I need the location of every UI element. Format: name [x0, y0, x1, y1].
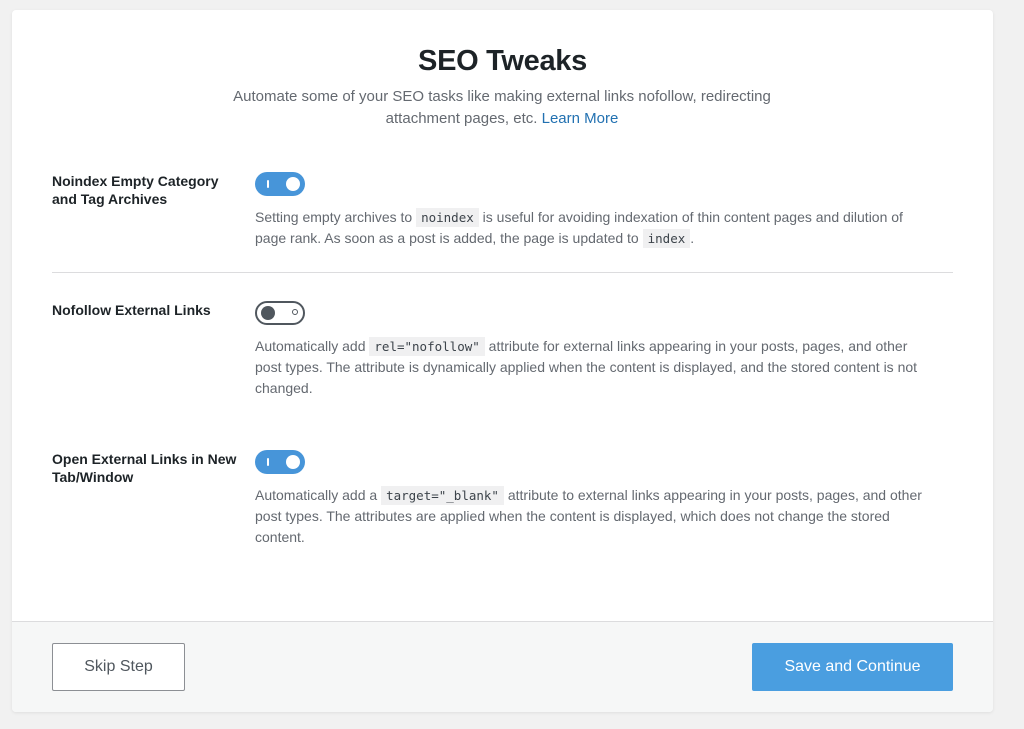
setting-description: Automatically add rel="nofollow" attribu…: [255, 336, 925, 399]
code-rel-nofollow: rel="nofollow": [369, 337, 485, 356]
subtitle-text: Automate some of your SEO tasks like mak…: [233, 88, 771, 127]
nofollow-external-links-toggle[interactable]: [255, 301, 305, 325]
page-title: SEO Tweaks: [418, 45, 587, 77]
toggle-off-indicator: [292, 309, 298, 315]
skip-step-button[interactable]: Skip Step: [52, 643, 185, 691]
divider: [52, 272, 953, 273]
noindex-empty-archives-toggle[interactable]: [255, 172, 305, 196]
desc-text: Setting empty archives to: [255, 209, 413, 225]
setting-label: Open External Links in New Tab/Window: [52, 451, 237, 485]
setting-label: Noindex Empty Category and Tag Archives: [52, 173, 219, 207]
page-subtitle: Automate some of your SEO tasks like mak…: [212, 86, 792, 130]
footer: Skip Step Save and Continue: [12, 621, 993, 712]
open-external-links-new-tab-toggle[interactable]: [255, 450, 305, 474]
setup-card: SEO Tweaks Automate some of your SEO tas…: [12, 10, 993, 712]
setting-description: Automatically add a target="_blank" attr…: [255, 485, 925, 548]
code-noindex: noindex: [416, 208, 479, 227]
code-target-blank: target="_blank": [381, 486, 504, 505]
code-index: index: [642, 229, 691, 248]
setting-description: Setting empty archives to noindex is use…: [255, 207, 925, 249]
setting-control: Automatically add a target="_blank" attr…: [255, 450, 925, 548]
setting-control: Automatically add rel="nofollow" attribu…: [255, 301, 925, 399]
desc-text: .: [690, 230, 695, 246]
toggle-knob: [286, 177, 300, 191]
toggle-on-indicator: [267, 180, 269, 188]
toggle-knob: [286, 455, 300, 469]
desc-text: Automatically add: [255, 338, 366, 354]
setting-control: Setting empty archives to noindex is use…: [255, 172, 925, 249]
desc-text: Automatically add a: [255, 487, 378, 503]
save-and-continue-button[interactable]: Save and Continue: [752, 643, 953, 691]
toggle-on-indicator: [267, 458, 269, 466]
learn-more-link[interactable]: Learn More: [542, 110, 619, 127]
setting-label: Nofollow External Links: [52, 302, 211, 318]
toggle-knob: [261, 306, 275, 320]
